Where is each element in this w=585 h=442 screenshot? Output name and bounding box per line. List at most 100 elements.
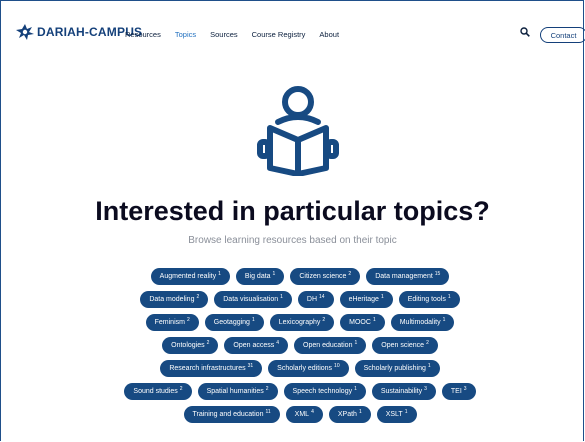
topic-tag-count: 1 (272, 270, 276, 277)
topic-tag-count: 1 (280, 293, 283, 300)
nav-resources[interactable]: Resources (125, 30, 161, 39)
topic-tag-label: Spatial humanities (206, 388, 264, 395)
topic-tag[interactable]: XSLT 1 (376, 406, 417, 423)
topic-tag-label: eHeritage (348, 296, 379, 303)
topic-tag-count: 10 (334, 362, 340, 369)
topic-tag-count: 1 (354, 385, 357, 392)
topic-tag-count: 1 (442, 316, 446, 323)
topic-tag-count: 4 (311, 408, 314, 415)
topic-tag-label: Research infrastructures (169, 365, 246, 372)
topic-tag[interactable]: Research infrastructures 31 (160, 360, 263, 377)
topic-tag-count: 15 (434, 270, 441, 277)
topic-tag[interactable]: Scholarly publishing 1 (354, 360, 440, 377)
topic-tag-count: 14 (319, 293, 325, 300)
topic-tag-label: Citizen science (299, 273, 347, 280)
topic-tag-label: Big data (244, 273, 271, 280)
topic-tag-label: XSLT (385, 411, 403, 418)
topic-tag-label: Lexicography (278, 319, 321, 326)
tag-row: Ontologies 2 Open access 4 Open education 1 Op… (162, 337, 438, 354)
topic-tag-label: Sustainability (380, 388, 423, 395)
topic-tag-count: 1 (358, 408, 362, 415)
topic-tag[interactable]: TEI 3 (441, 383, 476, 400)
topic-tag[interactable]: Data visualisation 1 (214, 291, 292, 308)
topic-tag[interactable]: Scholarly editions 10 (268, 360, 349, 377)
topic-tag-label: XPath (337, 411, 357, 418)
topic-tag[interactable]: XML 4 (285, 406, 323, 423)
topic-tag[interactable]: Data management 15 (366, 268, 450, 285)
topic-tag-count: 11 (265, 408, 271, 415)
topic-tag[interactable]: Open science 2 (372, 337, 438, 354)
topic-tag[interactable]: MOOC 1 (340, 314, 385, 331)
topic-tag-count: 1 (404, 408, 408, 415)
topic-tag[interactable]: Sustainability 3 (371, 383, 436, 400)
nav-course-registry[interactable]: Course Registry (252, 30, 306, 39)
topic-tag[interactable]: DH 14 (297, 291, 334, 308)
main-nav: Resources Topics Sources Course Registry… (125, 30, 339, 39)
topic-tag-label: Open education (303, 342, 353, 349)
topic-tag[interactable]: Open access 4 (224, 337, 289, 354)
topic-tag-label: Multimodality (399, 319, 441, 326)
topic-tag-label: Editing tools (407, 296, 446, 303)
topic-tag-count: 2 (265, 385, 269, 392)
topic-tag-count: 1 (218, 270, 221, 277)
topic-tag-label: Data modeling (149, 296, 195, 303)
topic-tag-count: 1 (427, 362, 431, 369)
topic-tag[interactable]: XPath 1 (328, 406, 371, 423)
topic-tag-label: MOOC (349, 319, 371, 326)
topic-tag-label: XML (294, 411, 310, 418)
topic-tag[interactable]: eHeritage 1 (339, 291, 393, 308)
topic-tag-count: 2 (186, 316, 190, 323)
topic-tag-label: Open science (381, 342, 425, 349)
topic-tag-count: 1 (447, 293, 451, 300)
tag-row: Feminism 2 Geotagging 1 Lexicography 2 MOOC 1 Mu… (145, 314, 455, 331)
topic-tag-count: 2 (348, 270, 352, 277)
page-subtitle: Browse learning resources based on their… (188, 235, 397, 246)
topic-tag-label: Training and education (192, 411, 264, 418)
topic-tag[interactable]: Speech technology 1 (283, 383, 366, 400)
topic-tag[interactable]: Multimodality 1 (390, 314, 455, 331)
topic-tag-count: 2 (322, 316, 326, 323)
topic-tag[interactable]: Geotagging 1 (204, 314, 264, 331)
topic-tag-count: 3 (424, 385, 427, 392)
topic-tag[interactable]: Big data 1 (235, 268, 285, 285)
topic-tag-count: 2 (179, 385, 183, 392)
nav-sources[interactable]: Sources (210, 30, 238, 39)
topic-tag[interactable]: Data modeling 2 (140, 291, 209, 308)
topic-tag[interactable]: Lexicography 2 (269, 314, 335, 331)
topic-tag-label: Sound studies (133, 388, 178, 395)
topic-tag-count: 1 (251, 316, 255, 323)
topic-tag[interactable]: Feminism 2 (145, 314, 199, 331)
topic-tag-count: 2 (206, 339, 210, 346)
topic-tag-label: Data visualisation (223, 296, 279, 303)
topic-tag-label: Scholarly publishing (363, 365, 426, 372)
topic-tag-label: Open access (233, 342, 275, 349)
topic-tag[interactable]: Ontologies 2 (162, 337, 219, 354)
topic-tag-count: 1 (354, 339, 358, 346)
contact-button[interactable]: Contact (540, 27, 585, 43)
topic-tag[interactable]: Citizen science 2 (290, 268, 361, 285)
topic-tag[interactable]: Spatial humanities 2 (197, 383, 278, 400)
topic-tag[interactable]: Editing tools 1 (398, 291, 460, 308)
page-title: Interested in particular topics? (95, 196, 490, 226)
site-logo[interactable]: DARIAH-CAMPUS (15, 23, 142, 41)
topic-tag-count: 1 (372, 316, 376, 323)
topic-tag[interactable]: Sound studies 2 (124, 383, 192, 400)
topic-tag-label: DH (306, 296, 318, 303)
topic-tag[interactable]: Training and education 11 (183, 406, 280, 423)
topic-tag-count: 4 (276, 339, 280, 346)
nav-topics[interactable]: Topics (175, 30, 196, 39)
nav-about[interactable]: About (319, 30, 339, 39)
topic-tag-count: 31 (247, 362, 254, 369)
tag-row: Training and education 11 XML 4 XPath 1 XSLT 1 (183, 406, 417, 423)
topic-tag[interactable]: Augmented reality 1 (150, 268, 230, 285)
topic-tag-label: TEI (450, 388, 462, 395)
topic-tag-count: 2 (426, 339, 429, 346)
reader-icon (257, 86, 339, 176)
topic-tag-label: Geotagging (213, 319, 250, 326)
topic-tag-label: Scholarly editions (277, 365, 333, 372)
search-icon[interactable] (520, 27, 530, 37)
topic-tag-label: Data management (375, 273, 433, 280)
topic-tag-count: 2 (196, 293, 200, 300)
topic-tag[interactable]: Open education 1 (294, 337, 367, 354)
topic-tag-label: Ontologies (171, 342, 205, 349)
